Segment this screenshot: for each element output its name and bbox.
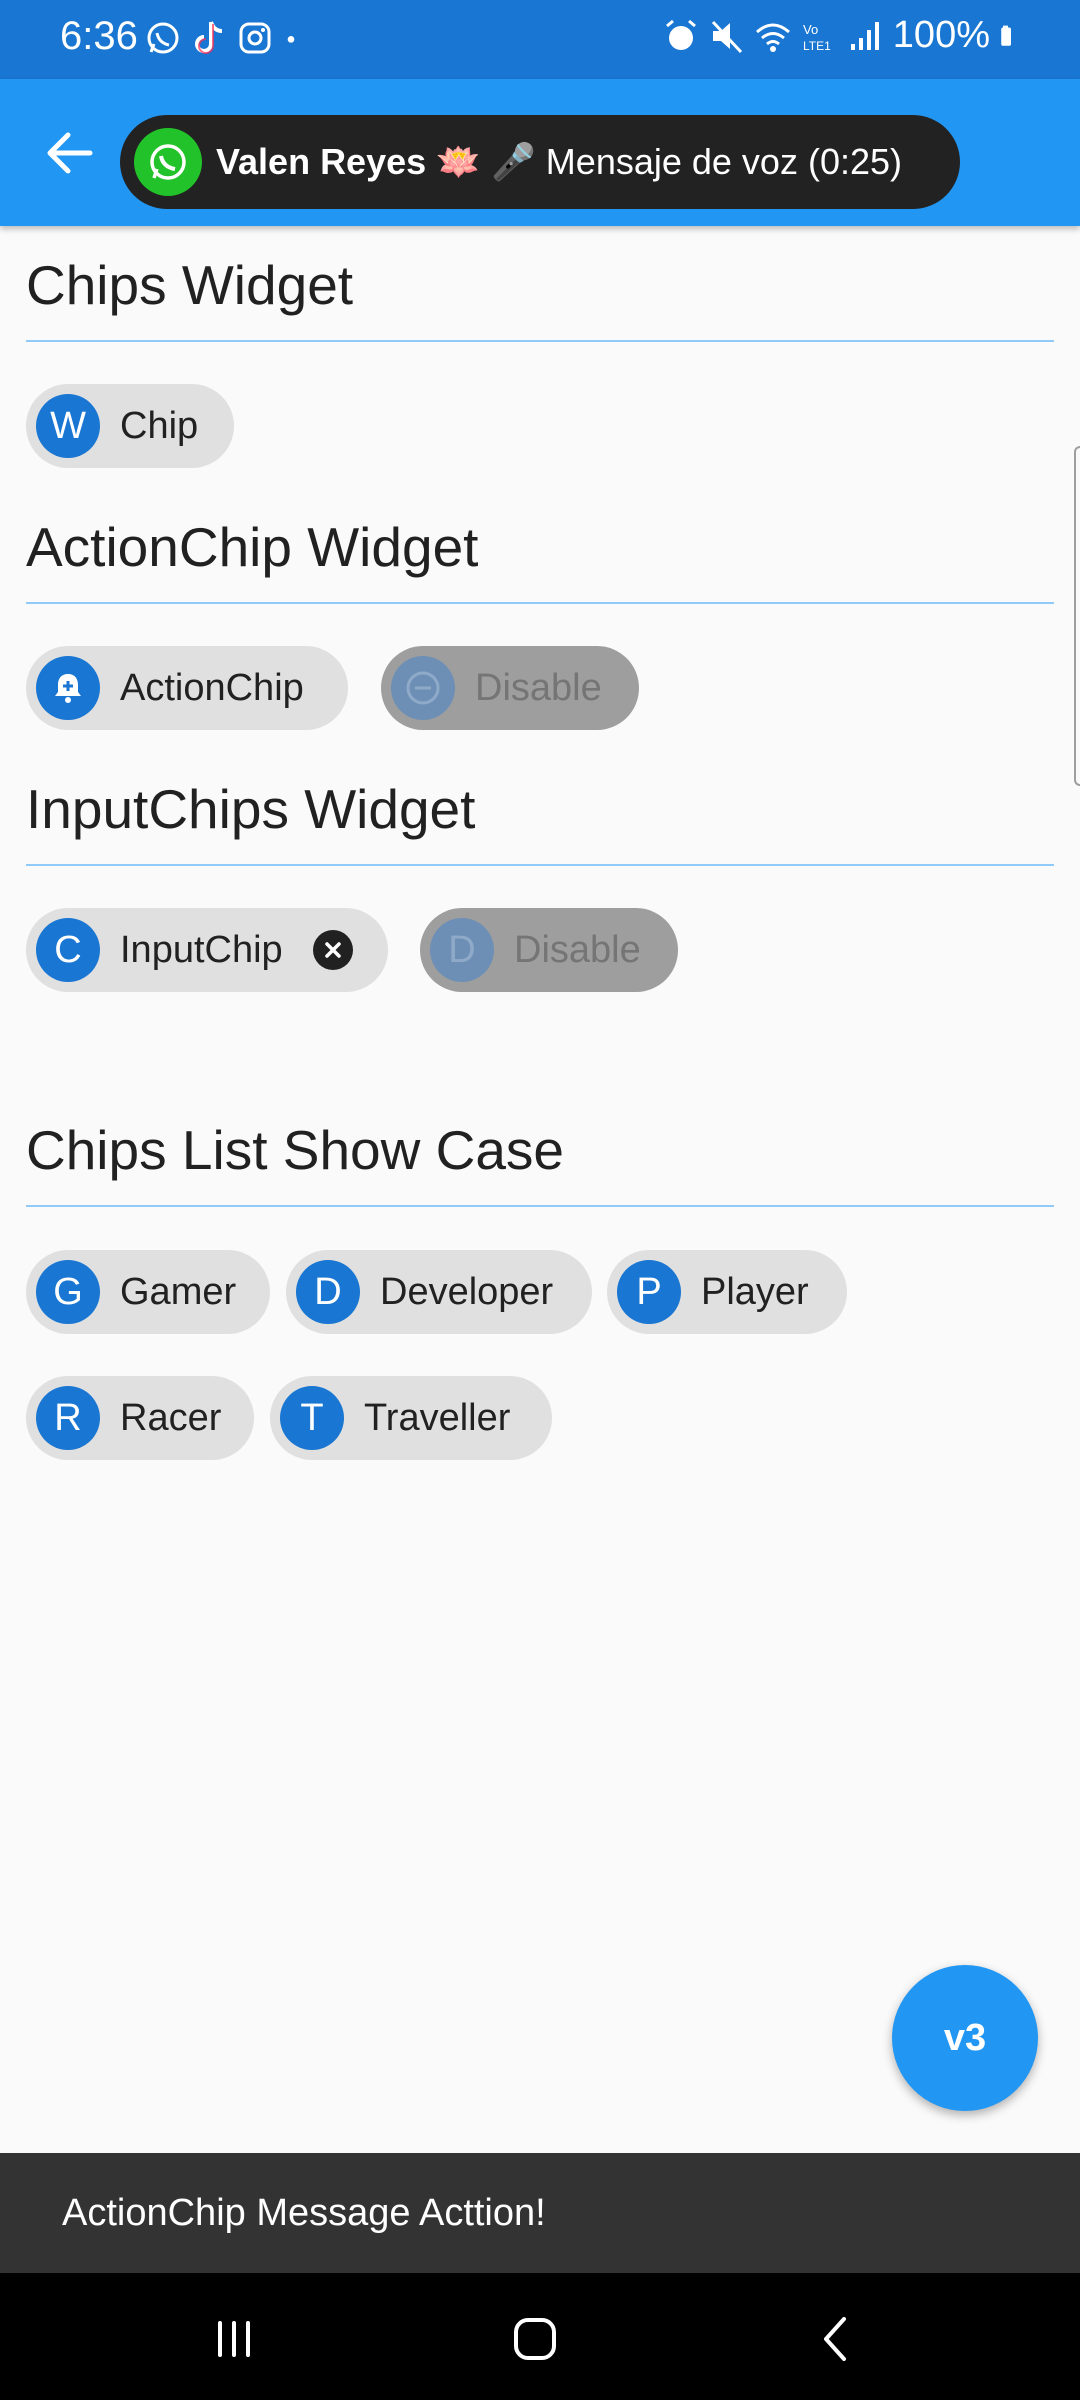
status-bar: 6:36 Vo LTE1 100% — [0, 0, 1080, 79]
divider — [26, 340, 1054, 342]
input-chip[interactable]: C InputChip — [26, 908, 388, 992]
tiktok-icon — [195, 21, 223, 54]
svg-text:Vo: Vo — [803, 22, 818, 37]
fab-button[interactable]: v3 — [892, 1965, 1038, 2111]
showcase-chip-label: Racer — [120, 1396, 222, 1439]
recent-apps-icon[interactable] — [204, 2309, 264, 2369]
input-chip-avatar: C — [36, 918, 100, 982]
battery-icon — [1001, 25, 1011, 46]
showcase-chip-avatar: G — [36, 1260, 100, 1324]
chip[interactable]: W Chip — [26, 384, 234, 468]
showcase-chip-label: Player — [701, 1270, 809, 1313]
section-title-show-case: Chips List Show Case — [26, 1119, 565, 1181]
showcase-chip-label: Gamer — [120, 1270, 237, 1313]
chip-label: Chip — [120, 404, 199, 447]
action-chip-disabled-label: Disable — [475, 666, 602, 709]
status-left-icons — [145, 18, 307, 58]
input-chip-disabled-avatar: D — [430, 918, 494, 982]
showcase-chip-avatar: P — [617, 1260, 681, 1324]
wifi-icon — [755, 23, 790, 52]
notification-sender: Valen Reyes 🪷 — [216, 141, 481, 182]
chip-avatar: W — [36, 394, 100, 458]
snackbar: ActionChip Message Acttion! — [0, 2153, 1080, 2273]
action-chip-disabled: Disable — [381, 646, 639, 730]
battery-percent: 100% — [892, 14, 990, 56]
section-title-action-chips: ActionChip Widget — [26, 516, 479, 578]
mute-icon — [711, 20, 742, 53]
delete-icon[interactable] — [312, 930, 353, 970]
whatsapp-icon — [134, 128, 202, 196]
notification-pill[interactable]: Valen Reyes 🪷 🎤 Mensaje de voz (0:25) — [120, 115, 960, 209]
navigation-bar — [0, 2273, 1080, 2400]
showcase-chip-avatar: R — [36, 1386, 100, 1450]
showcase-chip-gamer[interactable]: G Gamer — [26, 1250, 270, 1334]
snackbar-message: ActionChip Message Acttion! — [62, 2191, 546, 2234]
divider — [26, 1205, 1054, 1207]
section-title-chips: Chips Widget — [26, 254, 354, 316]
showcase-chip-developer[interactable]: D Developer — [286, 1250, 592, 1334]
svg-text:LTE1: LTE1 — [803, 39, 831, 53]
alarm-icon — [665, 19, 696, 50]
notification-message: 🎤 Mensaje de voz (0:25) — [490, 141, 902, 182]
bell-plus-icon — [36, 656, 100, 720]
section-title-input-chips: InputChips Widget — [26, 778, 476, 840]
instagram-icon — [239, 22, 271, 54]
showcase-chip-avatar: D — [296, 1260, 360, 1324]
input-chip-disabled-label: Disable — [514, 928, 641, 971]
back-icon[interactable] — [808, 2309, 868, 2369]
showcase-chip-label: Traveller — [364, 1396, 511, 1439]
divider — [26, 864, 1054, 866]
input-chip-disabled: D Disable — [420, 908, 678, 992]
showcase-chip-racer[interactable]: R Racer — [26, 1376, 254, 1460]
showcase-chip-label: Developer — [380, 1270, 554, 1313]
signal-icon — [850, 21, 879, 50]
divider — [26, 602, 1054, 604]
showcase-chip-traveller[interactable]: T Traveller — [270, 1376, 552, 1460]
scroll-indicator — [1074, 446, 1080, 786]
back-arrow-icon[interactable] — [40, 123, 100, 183]
home-icon[interactable] — [505, 2309, 565, 2369]
status-right-icons: Vo LTE1 100% — [663, 14, 1022, 57]
action-chip-label: ActionChip — [120, 666, 304, 709]
minus-circle-icon — [391, 656, 455, 720]
showcase-chip-player[interactable]: P Player — [607, 1250, 847, 1334]
status-time: 6:36 — [60, 14, 138, 58]
dot-icon — [287, 36, 295, 43]
volte-icon: Vo LTE1 — [803, 22, 831, 53]
app-bar: Valen Reyes 🪷 🎤 Mensaje de voz (0:25) — [0, 79, 1080, 226]
showcase-chip-avatar: T — [280, 1386, 344, 1450]
input-chip-label: InputChip — [120, 928, 283, 971]
whatsapp-icon — [147, 22, 179, 54]
action-chip[interactable]: ActionChip — [26, 646, 348, 730]
